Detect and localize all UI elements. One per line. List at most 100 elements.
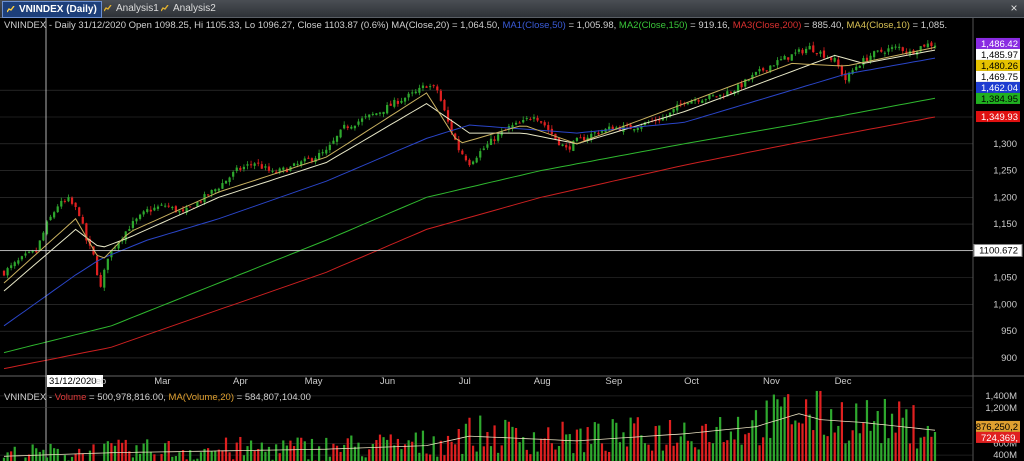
candle-body: [411, 92, 414, 94]
volume-bar: [930, 436, 933, 461]
candle-body: [926, 43, 929, 48]
candle-body: [471, 161, 475, 165]
volume-bar: [174, 456, 177, 461]
volume-bar: [880, 443, 883, 461]
volume-bar: [647, 444, 650, 461]
tab-vnindex-daily[interactable]: VNINDEX (Daily): [2, 1, 102, 18]
chart-canvas[interactable]: 9009501,0001,0501,1001,1501,2001,2501,30…: [0, 18, 1024, 461]
candle-body: [38, 240, 41, 251]
header-segment: MA1(Close,50): [502, 20, 565, 31]
candle-body: [53, 212, 56, 218]
tab-analysis2[interactable]: Analysis2: [157, 1, 220, 16]
volume-bar: [42, 449, 45, 461]
header-segment: = 885.40,: [801, 20, 846, 31]
volume-bar: [812, 430, 815, 461]
volume-bar: [511, 426, 514, 461]
candle-body: [167, 205, 170, 207]
volume-bar: [260, 442, 263, 461]
volume-bar: [844, 443, 847, 461]
candle-body: [429, 86, 432, 88]
candle-body: [264, 166, 267, 168]
candle-body: [525, 118, 528, 120]
volume-bar: [74, 453, 77, 461]
candle-body: [138, 214, 142, 219]
volume-bar: [593, 422, 596, 461]
volume-bar: [203, 448, 206, 461]
volume-bar: [765, 400, 768, 461]
volume-bar: [582, 452, 586, 461]
volume-bar: [719, 417, 722, 461]
candle-body: [214, 189, 217, 192]
analysis-icon: [161, 5, 169, 12]
volume-bar: [497, 452, 500, 461]
volume-bar: [586, 427, 589, 461]
volume-bar: [461, 453, 464, 461]
volume-bar: [661, 450, 664, 461]
candle-body: [260, 164, 263, 169]
volume-bar: [278, 453, 281, 461]
volume-bar: [121, 442, 124, 461]
volume-bar: [575, 429, 579, 461]
volume-bar: [446, 435, 450, 461]
volume-bar: [88, 450, 92, 461]
candle-body: [206, 194, 210, 196]
candle-body: [267, 166, 271, 171]
candle-body: [565, 145, 568, 148]
candle-body: [497, 134, 500, 141]
candle-body: [153, 207, 156, 211]
candle-body: [532, 117, 536, 119]
candle-body: [905, 51, 908, 53]
volume-bar: [31, 444, 34, 461]
volume-bar: [475, 451, 478, 461]
volume-bar: [49, 443, 52, 461]
candle-body: [135, 218, 138, 222]
candle-body: [672, 108, 675, 113]
volume-bar: [439, 440, 442, 461]
volume-bar: [751, 420, 754, 461]
candle-body: [393, 99, 396, 107]
candle-body: [99, 275, 102, 287]
candle-body: [310, 158, 314, 162]
volume-bar: [235, 442, 238, 461]
price-value-badge: 1,469.75: [981, 72, 1018, 83]
volume-bar: [565, 434, 568, 461]
price-value-badge: 1,485.97: [981, 50, 1018, 61]
candle-body: [325, 149, 328, 154]
candle-body: [436, 86, 439, 91]
header-segment: = 1,085.: [910, 20, 947, 31]
volume-bar: [733, 439, 736, 461]
candle-body: [403, 97, 407, 102]
candle-body: [292, 163, 296, 166]
time-tick-label: Apr: [233, 376, 248, 387]
volume-bar: [629, 417, 632, 461]
candle-body: [769, 65, 772, 72]
volume-bar: [393, 445, 396, 461]
candle-body: [282, 167, 285, 170]
volume-bar: [378, 434, 382, 461]
volume-bar: [357, 442, 360, 461]
candle-body: [235, 167, 238, 171]
price-tick-label: 1,250: [993, 166, 1017, 177]
candle-body: [357, 121, 360, 125]
volume-bar: [45, 457, 49, 461]
volume-bar: [371, 443, 374, 461]
candle-body: [711, 95, 715, 97]
candle-body: [95, 256, 99, 275]
volume-bar: [615, 422, 618, 461]
close-icon[interactable]: ×: [1008, 2, 1020, 14]
tab-analysis1[interactable]: Analysis1: [100, 1, 163, 16]
candle-body: [160, 204, 163, 206]
volume-bar: [224, 437, 228, 461]
volume-bar: [81, 453, 84, 461]
price-value-badge: 1,480.26: [981, 61, 1018, 72]
header-segment: = 1,005.98,: [566, 20, 619, 31]
volume-bar: [640, 435, 643, 461]
volume-bar: [275, 444, 278, 461]
volume-bar: [178, 452, 181, 461]
volume-bar: [579, 428, 582, 461]
candle-body: [371, 113, 374, 115]
volume-bar: [600, 443, 604, 461]
volume-bar: [56, 448, 59, 461]
volume-bar: [35, 448, 38, 461]
volume-bar: [138, 453, 142, 461]
